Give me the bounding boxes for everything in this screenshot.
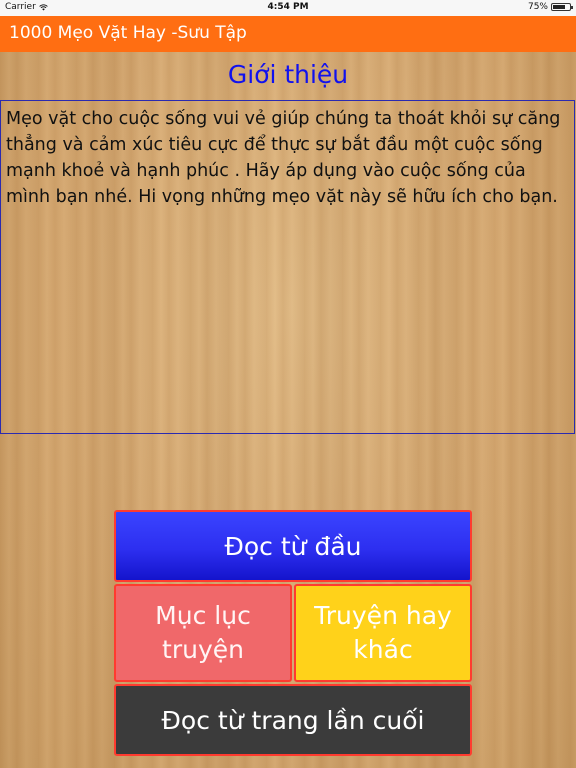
other-stories-label: Truyện hay khác [314,599,452,667]
table-of-contents-button[interactable]: Mục lục truyện [114,584,292,682]
table-of-contents-label-line1: Mục lục [155,601,251,630]
description-box[interactable]: Mẹo vặt cho cuộc sống vui vẻ giúp chúng … [0,100,575,434]
other-stories-label-line1: Truyện hay [314,601,452,630]
battery-fill [553,5,565,9]
battery-indicator: 75% [527,2,573,12]
read-from-last-page-label: Đọc từ trang lần cuối [161,705,425,735]
status-bar: Carrier 4:54 PM 75% [0,0,576,16]
description-text: Mẹo vặt cho cuộc sống vui vẻ giúp chúng … [6,109,561,207]
battery-tip [571,6,573,9]
status-time: 4:54 PM [267,2,309,12]
read-from-last-page-button[interactable]: Đọc từ trang lần cuối [114,684,472,756]
table-of-contents-label: Mục lục truyện [155,599,251,667]
battery-percent: 75% [527,2,548,12]
other-stories-button[interactable]: Truyện hay khác [294,584,472,682]
page-title: Giới thiệu [227,60,349,89]
battery-icon [551,3,573,11]
read-from-start-label: Đọc từ đầu [224,531,362,561]
table-of-contents-label-line2: truyện [162,635,244,664]
other-stories-label-line2: khác [353,635,413,664]
app-bar: 1000 Mẹo Vặt Hay -Sưu Tập [0,16,576,52]
app-title: 1000 Mẹo Vặt Hay -Sưu Tập [9,23,247,43]
read-from-start-button[interactable]: Đọc từ đầu [114,510,472,582]
